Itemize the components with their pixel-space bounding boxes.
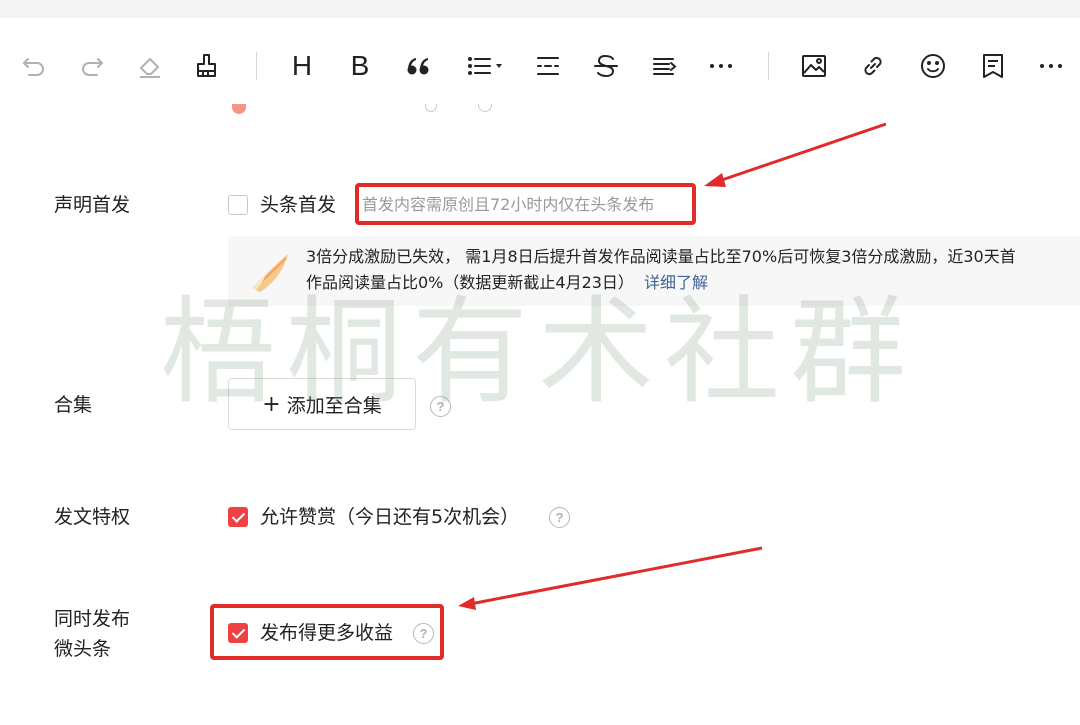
image-icon[interactable] xyxy=(796,48,832,84)
eraser-icon[interactable] xyxy=(132,48,168,84)
collection-label: 合集 xyxy=(54,394,93,416)
divider-icon[interactable] xyxy=(530,48,566,84)
annotation-arrow xyxy=(458,546,763,610)
add-to-collection-button[interactable]: + 添加至合集 xyxy=(228,378,416,430)
bold-glyph: B xyxy=(350,50,370,81)
document-icon[interactable] xyxy=(975,48,1011,84)
quote-icon[interactable] xyxy=(400,48,436,84)
first-publish-option-label[interactable]: 头条首发 xyxy=(260,190,336,220)
format-painter-icon[interactable] xyxy=(189,48,225,84)
more-insert-icon[interactable] xyxy=(1033,48,1069,84)
add-to-collection-label: 添加至合集 xyxy=(286,394,382,417)
strikethrough-icon[interactable] xyxy=(588,48,624,84)
redo-icon[interactable] xyxy=(74,48,110,84)
notice-line-2: 作品阅读量占比0%（数据更新截止4月23日） 详细了解 xyxy=(306,270,1080,296)
help-icon[interactable]: ? xyxy=(430,396,451,417)
micro-headline-label-line1: 同时发布 xyxy=(54,608,131,630)
scrolled-off-icon xyxy=(478,104,492,112)
emoji-icon[interactable] xyxy=(915,48,951,84)
heading-icon[interactable]: H xyxy=(284,48,320,84)
bold-icon[interactable]: B xyxy=(342,48,378,84)
micro-headline-label-line2: 微头条 xyxy=(54,638,112,660)
scrolled-off-icon xyxy=(425,104,437,112)
help-icon[interactable]: ? xyxy=(413,623,434,644)
first-publish-hint: 首发内容需原创且72小时内仅在头条发布 xyxy=(362,195,655,214)
help-icon[interactable]: ? xyxy=(549,507,570,528)
privilege-label: 发文特权 xyxy=(54,506,131,528)
allow-reward-option-label[interactable]: 允许赞赏（今日还有5次机会） xyxy=(260,502,519,532)
editor-toolbar: H B xyxy=(0,38,1080,94)
toolbar-separator xyxy=(768,52,769,80)
notice-illustration-icon xyxy=(252,254,288,292)
list-icon[interactable] xyxy=(462,48,510,84)
more-format-icon[interactable] xyxy=(703,48,739,84)
first-publish-checkbox[interactable] xyxy=(228,195,248,215)
undo-icon[interactable] xyxy=(16,48,52,84)
annotation-arrows xyxy=(458,122,887,610)
heading-glyph: H xyxy=(291,50,313,81)
top-strip xyxy=(0,0,1080,18)
first-publish-label: 声明首发 xyxy=(54,194,131,216)
annotation-arrow xyxy=(704,122,887,187)
micro-headline-checkbox[interactable] xyxy=(228,623,248,643)
notice-line-1: 3倍分成激励已失效， 需1月8日后提升首发作品阅读量占比至70%后可恢复3倍分成… xyxy=(306,247,1016,266)
plus-icon: + xyxy=(262,391,281,417)
allow-reward-checkbox[interactable] xyxy=(228,507,248,527)
learn-more-link[interactable]: 详细了解 xyxy=(644,273,708,292)
notice-line-2-text: 作品阅读量占比0%（数据更新截止4月23日） xyxy=(306,273,634,292)
notice-text: 3倍分成激励已失效， 需1月8日后提升首发作品阅读量占比至70%后可恢复3倍分成… xyxy=(306,244,1080,296)
scrolled-off-icon xyxy=(232,104,246,114)
incentive-notice: 3倍分成激励已失效， 需1月8日后提升首发作品阅读量占比至70%后可恢复3倍分成… xyxy=(228,236,1080,306)
micro-headline-option-label[interactable]: 发布得更多收益 xyxy=(260,618,393,648)
indent-icon[interactable] xyxy=(646,48,682,84)
toolbar-separator xyxy=(256,52,257,80)
link-icon[interactable] xyxy=(855,48,891,84)
